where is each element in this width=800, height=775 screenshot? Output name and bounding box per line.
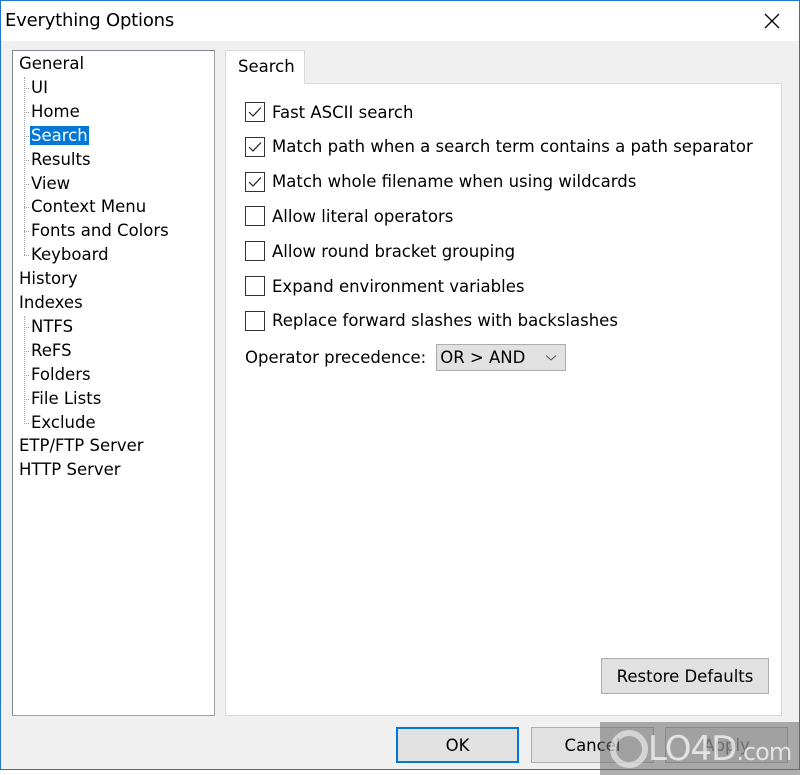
option-label: Expand environment variables: [272, 276, 525, 296]
option-label: Allow literal operators: [272, 206, 454, 226]
tree-connector: [24, 255, 29, 257]
operator-precedence-label: Operator precedence:: [245, 348, 427, 367]
operator-precedence-value: OR > AND: [440, 348, 526, 367]
tree-item-file-lists[interactable]: File Lists: [30, 388, 102, 410]
tree-item-fonts-and-colors[interactable]: Fonts and Colors: [30, 220, 170, 242]
close-icon: [764, 13, 780, 29]
tree-item-label: HTTP Server: [19, 460, 121, 480]
option-label: Fast ASCII search: [272, 102, 414, 122]
window-title: Everything Options: [5, 10, 175, 31]
tree-item-refs[interactable]: ReFS: [30, 340, 73, 362]
tree-item-results[interactable]: Results: [30, 149, 92, 171]
option-label: Replace forward slashes with backslashes: [272, 311, 618, 331]
tree-item-label: Folders: [31, 364, 91, 384]
tree-item-label: Exclude: [31, 412, 96, 432]
tree-item-label: Context Menu: [31, 197, 147, 217]
tree-item-label: General: [19, 54, 85, 73]
tree-item-etp-ftp-server[interactable]: ETP/FTP Server: [18, 435, 145, 457]
search-options-panel: Operator precedence: OR > AND Restore De…: [225, 83, 782, 716]
operator-precedence-row: Operator precedence: OR > AND: [245, 344, 567, 371]
background-strip: [0, 770, 800, 775]
tree-item-http-server[interactable]: HTTP Server: [18, 459, 122, 481]
tree-item-search[interactable]: Search: [30, 125, 89, 147]
tree-item-keyboard[interactable]: Keyboard: [30, 244, 110, 266]
checkbox[interactable]: [245, 206, 265, 227]
tree-item-exclude[interactable]: Exclude: [30, 412, 97, 434]
tree-item-label: Keyboard: [31, 245, 109, 265]
tree-item-home[interactable]: Home: [30, 101, 81, 123]
checkbox[interactable]: [245, 171, 265, 192]
tree-item-label: UI: [31, 77, 48, 97]
tree-item-label: NTFS: [31, 316, 74, 336]
tree-item-view[interactable]: View: [30, 173, 71, 195]
checkbox[interactable]: [245, 310, 265, 331]
checkbox[interactable]: [245, 241, 265, 262]
options-dialog: Everything Options General UI Home Search Re…: [0, 0, 800, 770]
tree-item-ui[interactable]: UI: [30, 77, 49, 99]
tree-item-label: Indexes: [19, 293, 83, 312]
title-bar: Everything Options: [1, 1, 799, 41]
tree-item-folders[interactable]: Folders: [30, 364, 92, 386]
tree-item-label: ReFS: [31, 340, 72, 360]
checkmark-icon: [248, 107, 262, 117]
operator-precedence-select[interactable]: OR > AND: [436, 344, 567, 371]
tree-item-ntfs[interactable]: NTFS: [30, 316, 74, 338]
checkmark-icon: [248, 176, 262, 187]
tree-item-label: Fonts and Colors: [31, 221, 169, 241]
tree-item-context-menu[interactable]: Context Menu: [30, 196, 147, 218]
option-match-whole-filename-when-using-wildcard[interactable]: Match whole filename when using wildcard…: [245, 170, 636, 194]
tree-item-label: Search: [30, 125, 89, 145]
close-button[interactable]: [757, 7, 787, 35]
tree-connector-line: [24, 76, 25, 256]
checkbox[interactable]: [245, 136, 265, 157]
option-label: Allow round bracket grouping: [272, 241, 516, 261]
option-label: Match whole filename when using wildcard…: [272, 172, 637, 192]
ok-button[interactable]: OK: [396, 727, 519, 763]
checkmark-icon: [248, 141, 262, 152]
tree-item-history[interactable]: History: [18, 268, 79, 290]
tree-item-label: File Lists: [31, 388, 102, 408]
tree-connector-line: [24, 315, 25, 423]
tree-item-label: Home: [31, 101, 80, 121]
cancel-button[interactable]: Cancel: [531, 727, 654, 763]
tree-item-general[interactable]: General: [18, 53, 85, 75]
option-label: Match path when a search term contains a…: [272, 137, 753, 157]
apply-button[interactable]: Apply: [665, 727, 788, 763]
tree-item-label: View: [31, 173, 71, 193]
checkbox[interactable]: [245, 276, 265, 296]
option-replace-forward-slashes-with-backslashes[interactable]: Replace forward slashes with backslashes: [245, 309, 618, 333]
option-expand-environment-variables[interactable]: Expand environment variables: [245, 274, 524, 298]
tree-item-label: Results: [31, 149, 91, 169]
tree-item-label: ETP/FTP Server: [19, 436, 144, 456]
tree-item-label: History: [19, 269, 78, 289]
option-allow-round-bracket-grouping[interactable]: Allow round bracket grouping: [245, 239, 515, 263]
chevron-down-icon: [545, 354, 557, 361]
option-fast-ascii-search[interactable]: Fast ASCII search: [245, 100, 413, 124]
restore-defaults-button[interactable]: Restore Defaults: [601, 658, 769, 694]
options-tree[interactable]: General UI Home Search Results View Context Me…: [12, 50, 215, 716]
checkbox[interactable]: [245, 102, 265, 122]
tab-search[interactable]: Search: [225, 50, 305, 84]
tree-item-indexes[interactable]: Indexes: [18, 292, 84, 314]
option-allow-literal-operators[interactable]: Allow literal operators: [245, 204, 453, 228]
option-match-path-when-a-search-term-contains-a[interactable]: Match path when a search term contains a…: [245, 135, 753, 159]
tree-connector: [24, 422, 29, 424]
